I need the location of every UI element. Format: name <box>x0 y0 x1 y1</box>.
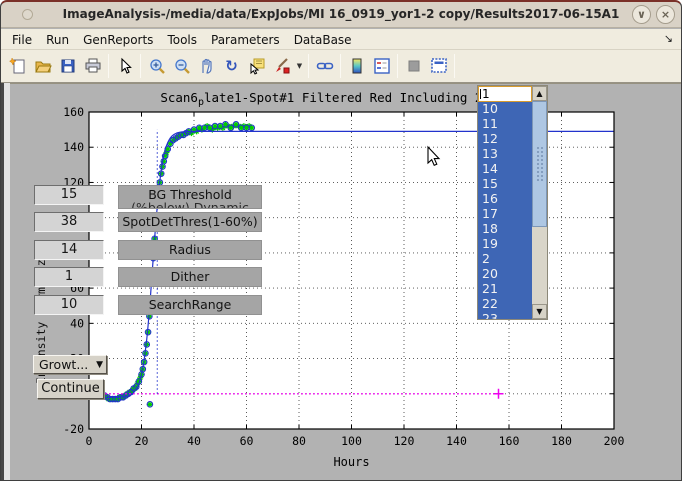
pan-tool-button[interactable] <box>194 54 219 79</box>
scroll-up-icon[interactable]: ▲ <box>532 86 547 101</box>
spot-list-scrollbar[interactable]: ▲ ▼ <box>532 86 547 319</box>
dither-field[interactable]: 1 <box>34 267 104 287</box>
spot-list-item[interactable]: 11 <box>478 117 532 132</box>
shade-window-button[interactable]: ∨ <box>632 5 651 24</box>
toolbar-separator <box>140 54 141 78</box>
spot-list-item[interactable]: 16 <box>478 192 532 207</box>
pan-hand-icon <box>198 57 216 75</box>
continue-button[interactable]: Continue <box>37 379 104 399</box>
spot-list-item[interactable]: 21 <box>478 282 532 297</box>
dock-figure-button[interactable] <box>426 54 451 79</box>
spotdetthres-button[interactable]: SpotDetThres(1-60%) <box>118 212 262 232</box>
spot-list-item[interactable]: 10 <box>478 102 532 117</box>
toolbar-separator <box>340 54 341 78</box>
dock-window-icon <box>430 57 448 75</box>
colorbar-icon <box>348 57 366 75</box>
data-cursor-icon <box>248 57 266 75</box>
spot-selector-list: 10111213141516171819220212223 <box>478 102 532 319</box>
spot-list-item[interactable]: 22 <box>478 297 532 312</box>
spot-list-item[interactable]: 19 <box>478 237 532 252</box>
rotate-3d-icon: ↻ <box>225 57 238 75</box>
insert-legend-button[interactable] <box>369 54 394 79</box>
print-icon <box>84 57 102 75</box>
zoom-in-button[interactable] <box>144 54 169 79</box>
menu-item[interactable]: DataBase <box>287 33 359 47</box>
save-icon <box>59 57 77 75</box>
scrollbar-thumb[interactable] <box>532 101 547 227</box>
spot-list-item[interactable]: 15 <box>478 177 532 192</box>
bg-threshold-field[interactable]: 15 <box>34 185 104 205</box>
searchrange-field[interactable]: 10 <box>34 295 104 315</box>
menubar: FileRunGenReportsToolsParametersDataBase… <box>1 29 681 50</box>
open-folder-icon <box>34 57 52 75</box>
radius-field[interactable]: 14 <box>34 240 104 260</box>
chevron-down-icon: ▼ <box>96 357 103 374</box>
new-file-icon <box>9 57 27 75</box>
dither-button[interactable]: Dither <box>118 267 262 287</box>
menu-overflow-arrow-icon[interactable]: ↘ <box>664 32 673 45</box>
spot-list-item[interactable]: 17 <box>478 207 532 222</box>
toolbar-separator <box>308 54 309 78</box>
brush-tool-button[interactable] <box>269 54 294 79</box>
spotdetthres-field[interactable]: 38 <box>34 212 104 232</box>
zoom-out-icon <box>173 57 191 75</box>
toolbar-separator <box>108 54 109 78</box>
spot-list-item[interactable]: 14 <box>478 162 532 177</box>
inactive-square-icon <box>405 57 423 75</box>
close-window-button[interactable]: × <box>656 5 675 24</box>
data-cursor-button[interactable] <box>244 54 269 79</box>
menu-item[interactable]: Tools <box>160 33 204 47</box>
spot-selector-input[interactable]: 1 <box>478 86 532 102</box>
menu-item[interactable]: Run <box>39 33 76 47</box>
spot-list-item[interactable]: 13 <box>478 147 532 162</box>
link-icon <box>316 57 334 75</box>
spot-list-item[interactable]: 12 <box>478 132 532 147</box>
legend-icon <box>373 57 391 75</box>
toolbar: ↻ ▼ <box>1 50 681 83</box>
window-menu-icon[interactable] <box>22 9 33 20</box>
growth-mode-label: Growt... <box>39 357 88 372</box>
app-window: ImageAnalysis-/media/data/ExpJobs/MI 16_… <box>0 0 682 481</box>
spot-list-item[interactable]: 23 <box>478 312 532 319</box>
spot-list-item[interactable]: 18 <box>478 222 532 237</box>
spot-list-item[interactable]: 20 <box>478 267 532 282</box>
insert-colorbar-button[interactable] <box>344 54 369 79</box>
titlebar[interactable]: ImageAnalysis-/media/data/ExpJobs/MI 16_… <box>1 2 681 28</box>
new-file-button[interactable] <box>5 54 30 79</box>
scroll-down-icon[interactable]: ▼ <box>532 304 547 319</box>
growth-mode-dropdown[interactable]: Growt... ▼ <box>33 355 107 374</box>
pointer-tool-button[interactable] <box>112 54 137 79</box>
save-button[interactable] <box>55 54 80 79</box>
inactive-tool-button <box>401 54 426 79</box>
rotate-3d-button[interactable]: ↻ <box>219 54 244 79</box>
toolbar-separator <box>397 54 398 78</box>
open-file-button[interactable] <box>30 54 55 79</box>
menu-item[interactable]: GenReports <box>76 33 160 47</box>
bg-threshold-button[interactable]: BG Threshold (%below) Dynamic <box>118 185 262 209</box>
brush-icon <box>273 57 291 75</box>
menu-item[interactable]: Parameters <box>204 33 287 47</box>
brush-menu-button[interactable]: ▼ <box>294 54 305 79</box>
zoom-out-button[interactable] <box>169 54 194 79</box>
spot-selector-popup: 1 10111213141516171819220212223 ▲ ▼ <box>477 85 548 320</box>
radius-button[interactable]: Radius <box>118 240 262 260</box>
link-plots-button[interactable] <box>312 54 337 79</box>
pointer-icon <box>116 57 134 75</box>
toolbar-separator <box>454 54 455 78</box>
window-title: ImageAnalysis-/media/data/ExpJobs/MI 16_… <box>63 7 620 21</box>
print-button[interactable] <box>80 54 105 79</box>
menu-item[interactable]: File <box>5 33 39 47</box>
searchrange-button[interactable]: SearchRange <box>118 295 262 315</box>
bg-threshold-sublabel: (%below) Dynamic <box>119 202 261 210</box>
dropdown-caret-icon: ▼ <box>297 62 302 70</box>
spot-list-item[interactable]: 2 <box>478 252 532 267</box>
zoom-in-icon <box>148 57 166 75</box>
